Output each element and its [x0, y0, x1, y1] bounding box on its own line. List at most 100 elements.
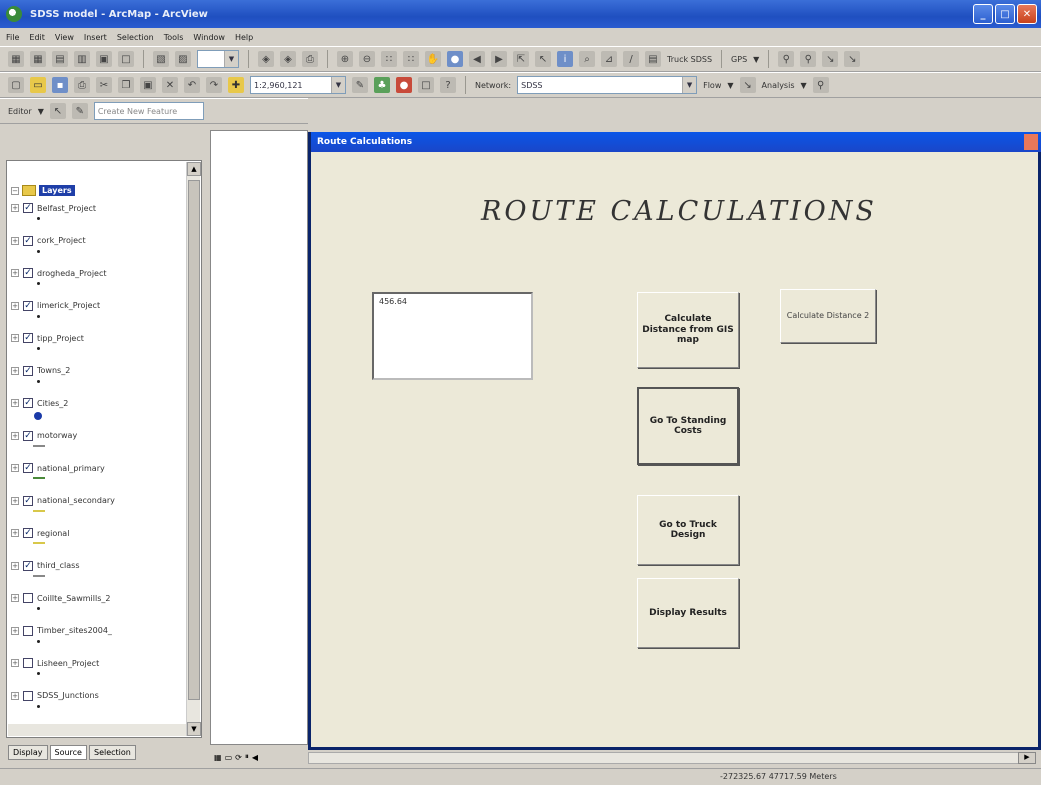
- network-combo[interactable]: SDSS ▼: [517, 76, 698, 94]
- minimize-button[interactable]: _: [973, 4, 993, 24]
- layers-root[interactable]: − Layers: [11, 185, 75, 196]
- tool-icon[interactable]: ▥: [74, 51, 90, 67]
- scroll-thumb[interactable]: [188, 180, 200, 700]
- analysis-menu[interactable]: Analysis: [762, 81, 795, 90]
- layer-visibility-checkbox[interactable]: ✓: [23, 235, 33, 246]
- expand-icon[interactable]: +: [11, 334, 19, 342]
- fixed-zoom-out-icon[interactable]: ∷: [403, 51, 419, 67]
- tab-source[interactable]: Source: [49, 745, 87, 760]
- scale-combo[interactable]: 1:2,960,121 ▼: [250, 76, 346, 94]
- analysis-dropdown-icon[interactable]: ▼: [801, 81, 807, 90]
- pause-icon[interactable]: ⏸: [245, 752, 249, 762]
- tab-selection[interactable]: Selection: [88, 745, 136, 760]
- new-icon[interactable]: ▢: [8, 77, 24, 93]
- gps-menu[interactable]: GPS: [731, 55, 747, 64]
- refresh-icon[interactable]: ⟳: [235, 753, 242, 762]
- toc-layer-item[interactable]: + Lisheen_Project: [11, 658, 99, 668]
- tool-icon[interactable]: ↘: [739, 77, 756, 93]
- layer-visibility-checkbox[interactable]: ✓: [23, 333, 33, 343]
- cut-icon[interactable]: ✂: [96, 77, 112, 93]
- expand-icon[interactable]: +: [11, 301, 19, 310]
- full-extent-icon[interactable]: ●: [447, 51, 463, 67]
- scroll-left-icon[interactable]: ◀: [252, 753, 258, 762]
- calculate-distance-2-button[interactable]: Calculate Distance 2: [780, 289, 876, 343]
- tool-icon[interactable]: ▣: [96, 51, 112, 67]
- scroll-right-icon[interactable]: ▶: [1018, 752, 1036, 764]
- toc-layer-item[interactable]: + ✓ national_primary: [11, 463, 105, 473]
- menu-insert[interactable]: Insert: [84, 33, 107, 42]
- command-line-icon[interactable]: ●: [396, 77, 412, 93]
- map-view[interactable]: [210, 130, 308, 745]
- delete-icon[interactable]: ✕: [162, 77, 178, 93]
- toc-layer-item[interactable]: + ✓ Cities_2: [11, 398, 68, 408]
- collapse-icon[interactable]: −: [11, 186, 19, 195]
- tool-icon[interactable]: □: [118, 51, 134, 67]
- editor-menu[interactable]: Editor: [8, 107, 32, 116]
- expand-icon[interactable]: +: [11, 236, 19, 245]
- copy-icon[interactable]: ❐: [118, 77, 134, 93]
- expand-icon[interactable]: +: [11, 659, 19, 667]
- toc-layer-item[interactable]: + SDSS_Junctions: [11, 690, 99, 701]
- menu-edit[interactable]: Edit: [29, 33, 45, 42]
- toc-layer-item[interactable]: + ✓ limerick_Project: [11, 300, 100, 311]
- expand-icon[interactable]: +: [11, 204, 19, 212]
- scroll-up-icon[interactable]: ▲: [187, 162, 201, 176]
- tool-icon[interactable]: ▤: [52, 51, 68, 67]
- edit-tool-icon[interactable]: ↖: [49, 103, 66, 119]
- layer-visibility-checkbox[interactable]: ✓: [23, 300, 33, 311]
- paste-icon[interactable]: ▣: [140, 77, 156, 93]
- expand-icon[interactable]: +: [11, 431, 19, 440]
- toc-layer-item[interactable]: + Timber_sites2004_: [11, 625, 112, 636]
- toc-layer-item[interactable]: + ✓ cork_Project: [11, 235, 86, 246]
- tab-display[interactable]: Display: [8, 745, 48, 760]
- open-icon[interactable]: ▭: [30, 77, 46, 93]
- expand-icon[interactable]: +: [11, 561, 19, 570]
- toc-layer-item[interactable]: + ✓ regional: [11, 528, 69, 538]
- layer-visibility-checkbox[interactable]: ✓: [23, 528, 33, 538]
- table-icon[interactable]: ▤: [645, 51, 661, 67]
- editor-toolbar-icon[interactable]: ✎: [352, 77, 368, 93]
- gps-dropdown-icon[interactable]: ▼: [753, 55, 759, 64]
- tool-icon[interactable]: ▦: [30, 51, 46, 67]
- arctoolbox-icon[interactable]: ♣: [374, 77, 390, 93]
- task-combo[interactable]: Create New Feature: [93, 102, 204, 120]
- toc-layer-item[interactable]: + ✓ tipp_Project: [11, 333, 84, 343]
- print-icon[interactable]: ⎙: [74, 77, 90, 93]
- toc-layer-item[interactable]: + ✓ national_secondary: [11, 495, 115, 506]
- tool-icon[interactable]: ⚲: [800, 51, 817, 67]
- window-icon[interactable]: □: [418, 77, 434, 93]
- go-to-standing-costs-button[interactable]: Go To Standing Costs: [637, 387, 739, 465]
- toc-layer-item[interactable]: + ✓ motorway: [11, 430, 77, 441]
- toc-layer-item[interactable]: + ✓ Towns_2: [11, 365, 70, 376]
- hyperlink-icon[interactable]: /: [623, 51, 639, 67]
- layer-visibility-checkbox[interactable]: ✓: [23, 365, 33, 376]
- layer-visibility-checkbox[interactable]: ✓: [23, 495, 33, 506]
- menu-file[interactable]: File: [6, 33, 19, 42]
- layer-visibility-checkbox[interactable]: [23, 625, 33, 636]
- forward-icon[interactable]: ▶: [491, 51, 507, 67]
- tool-icon[interactable]: ▦: [8, 51, 24, 67]
- menu-window[interactable]: Window: [193, 33, 225, 42]
- print-icon[interactable]: ⎙: [302, 51, 318, 67]
- expand-icon[interactable]: +: [11, 691, 19, 700]
- expand-icon[interactable]: +: [11, 594, 19, 602]
- measure-icon[interactable]: ⊿: [601, 51, 617, 67]
- undo-icon[interactable]: ↶: [184, 77, 200, 93]
- find-icon[interactable]: ⌕: [579, 51, 595, 67]
- expand-icon[interactable]: +: [11, 269, 19, 277]
- flow-dropdown-icon[interactable]: ▼: [727, 81, 733, 90]
- toc-layer-item[interactable]: + ✓ third_class: [11, 560, 80, 571]
- save-icon[interactable]: ▪: [52, 77, 68, 93]
- data-view-icon[interactable]: ▦: [214, 753, 222, 762]
- tool-icon[interactable]: ▧: [153, 51, 169, 67]
- tool-icon[interactable]: ◈: [258, 51, 274, 67]
- menu-tools[interactable]: Tools: [164, 33, 184, 42]
- whats-this-icon[interactable]: ?: [440, 77, 456, 93]
- fixed-zoom-in-icon[interactable]: ∷: [381, 51, 397, 67]
- select-features-icon[interactable]: ⇱: [513, 51, 529, 67]
- layer-visibility-checkbox[interactable]: ✓: [23, 560, 33, 571]
- layer-visibility-checkbox[interactable]: [23, 593, 33, 603]
- display-results-button[interactable]: Display Results: [637, 578, 739, 648]
- back-icon[interactable]: ◀: [469, 51, 485, 67]
- layer-visibility-checkbox[interactable]: ✓: [23, 398, 33, 408]
